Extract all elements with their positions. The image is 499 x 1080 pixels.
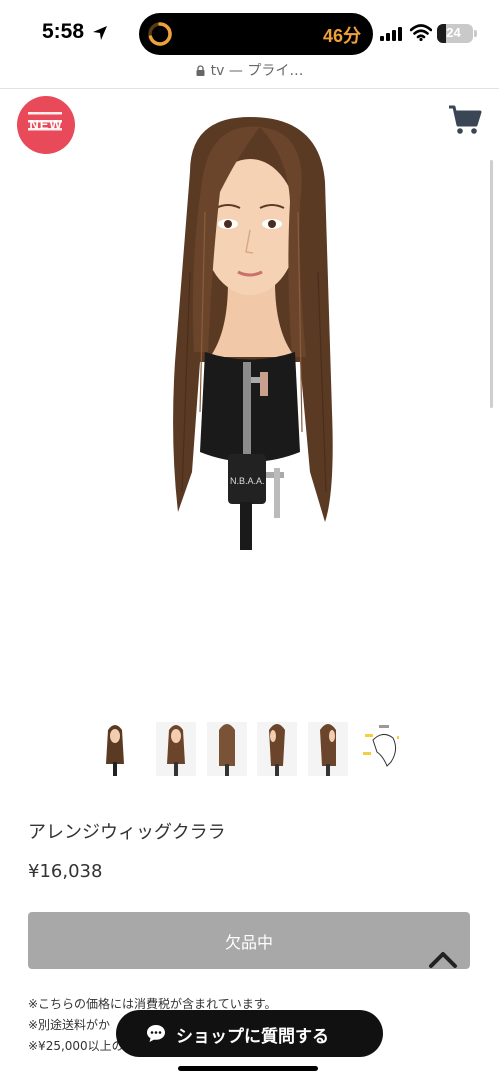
home-indicator[interactable] — [178, 1066, 318, 1071]
activity-timer-text: 46分 — [322, 26, 361, 46]
url-bar[interactable]: tv — プライ… — [0, 60, 499, 88]
thumbnail-strip — [95, 722, 415, 776]
url-text: tv — プライ… — [210, 63, 304, 79]
dynamic-island[interactable]: 46分 — [139, 13, 373, 55]
timer-ring-icon — [148, 22, 172, 46]
thumbnail-2[interactable] — [156, 722, 196, 776]
cart-icon[interactable] — [448, 104, 482, 136]
thumbnail-5[interactable] — [308, 722, 348, 776]
ask-shop-button[interactable]: ショップに質問する — [116, 1010, 383, 1057]
status-bar: 5:58 46分 24 — [0, 0, 499, 60]
chat-bubble-icon — [147, 1025, 165, 1042]
thumbnail-3[interactable] — [207, 722, 247, 776]
ask-shop-label: ショップに質問する — [176, 1027, 329, 1047]
battery-icon: 24 — [437, 24, 473, 43]
lock-icon — [196, 65, 205, 76]
thumbnail-4[interactable] — [257, 722, 297, 776]
svg-text:N.B.A.A.: N.B.A.A. — [230, 476, 265, 486]
url-bar-divider — [0, 88, 499, 89]
product-main-image[interactable]: N.B.A.A. — [150, 112, 350, 552]
soldout-button[interactable]: 欠品中 — [28, 912, 470, 969]
new-badge-icon[interactable]: NEW — [17, 96, 75, 154]
new-badge-text: NEW — [29, 117, 63, 132]
product-name: アレンジウィッグクララ — [28, 822, 226, 843]
battery-cap — [474, 30, 477, 37]
cellular-signal-icon — [380, 27, 402, 41]
battery-level-text: 24 — [446, 25, 461, 40]
location-arrow-icon — [93, 26, 107, 40]
product-price: ¥16,038 — [28, 861, 103, 882]
thumbnail-1[interactable] — [95, 722, 135, 776]
wifi-icon — [410, 24, 432, 41]
status-time: 5:58 — [42, 20, 85, 43]
thumbnail-6[interactable] — [359, 722, 399, 776]
back-to-top-icon[interactable] — [428, 948, 458, 970]
page-scrollbar[interactable] — [490, 160, 493, 408]
